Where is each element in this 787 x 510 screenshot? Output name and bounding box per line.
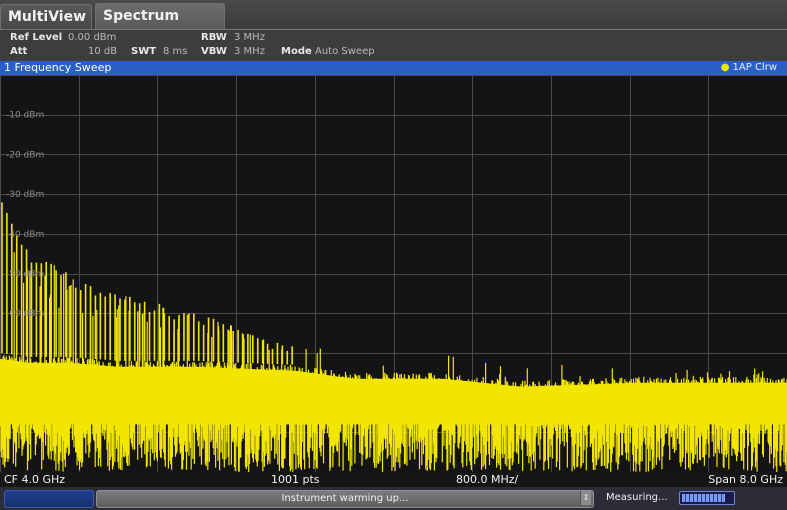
tab-multiview[interactable]: MultiView bbox=[0, 4, 92, 31]
y-tick-label: -50 dBm bbox=[6, 270, 44, 280]
trace-label[interactable]: ● 1AP Clrw bbox=[721, 61, 777, 75]
y-tick-label: -20 dBm bbox=[6, 150, 44, 160]
trace-1 bbox=[0, 252, 787, 472]
window-title-bar: 1 Frequency Sweep ● 1AP Clrw bbox=[0, 61, 787, 75]
points-label: 1001 pts bbox=[271, 473, 320, 486]
swt-value[interactable]: 8 ms bbox=[163, 46, 188, 57]
tab-spectrum[interactable]: Spectrum bbox=[95, 3, 225, 32]
status-message: Instrument warming up... bbox=[96, 490, 594, 508]
trace-mode-text: 1AP Clrw bbox=[732, 62, 777, 73]
progress-bar bbox=[679, 491, 735, 505]
div-label: 800.0 MHz/ bbox=[456, 473, 519, 486]
status-bar: Instrument warming up... ⇕ Measuring... bbox=[0, 487, 787, 510]
rbw-label: RBW bbox=[201, 32, 227, 43]
ref-level-label: Ref Level bbox=[10, 32, 63, 43]
ref-level-value[interactable]: 0.00 dBm bbox=[68, 32, 116, 43]
tab-bar: MultiView Spectrum bbox=[0, 0, 787, 32]
measuring-text: Measuring... bbox=[606, 492, 668, 503]
swt-label: SWT bbox=[131, 46, 157, 57]
progress-fill bbox=[682, 494, 725, 502]
vbw-label: VBW bbox=[201, 46, 227, 57]
center-frequency-label[interactable]: CF 4.0 GHz bbox=[4, 472, 65, 487]
window-title: 1 Frequency Sweep bbox=[4, 61, 112, 74]
rbw-value[interactable]: 3 MHz bbox=[234, 32, 265, 43]
y-tick-label: -40 dBm bbox=[6, 230, 44, 240]
status-left-panel[interactable] bbox=[4, 490, 94, 508]
measurement-settings-bar: Ref Level 0.00 dBm Att 10 dB SWT 8 ms RB… bbox=[0, 29, 787, 62]
mode-label: Mode bbox=[281, 46, 312, 57]
mode-value[interactable]: Auto Sweep bbox=[315, 46, 375, 57]
spectrum-chart: -10 dBm -20 dBm -30 dBm -40 dBm -50 dBm -60 d… bbox=[0, 75, 787, 472]
att-label: Att bbox=[10, 46, 28, 57]
y-tick-label: -30 dBm bbox=[6, 190, 44, 200]
y-tick-label: -60 dBm bbox=[6, 309, 44, 319]
att-value[interactable]: 10 dB bbox=[88, 46, 117, 57]
spectrum-plot[interactable]: -10 dBm -20 dBm -30 dBm -40 dBm -50 dBm -60 d… bbox=[0, 75, 787, 472]
x-axis-labels: CF 4.0 GHz 1001 pts 800.0 MHz/ Span 8.0 … bbox=[0, 472, 787, 487]
vbw-value[interactable]: 3 MHz bbox=[234, 46, 265, 57]
trace-dot-icon: ● bbox=[720, 62, 730, 73]
y-tick-label: -10 dBm bbox=[6, 111, 44, 121]
message-scroll-icon[interactable]: ⇕ bbox=[580, 491, 591, 505]
span-label[interactable]: Span 8.0 GHz bbox=[708, 472, 783, 487]
